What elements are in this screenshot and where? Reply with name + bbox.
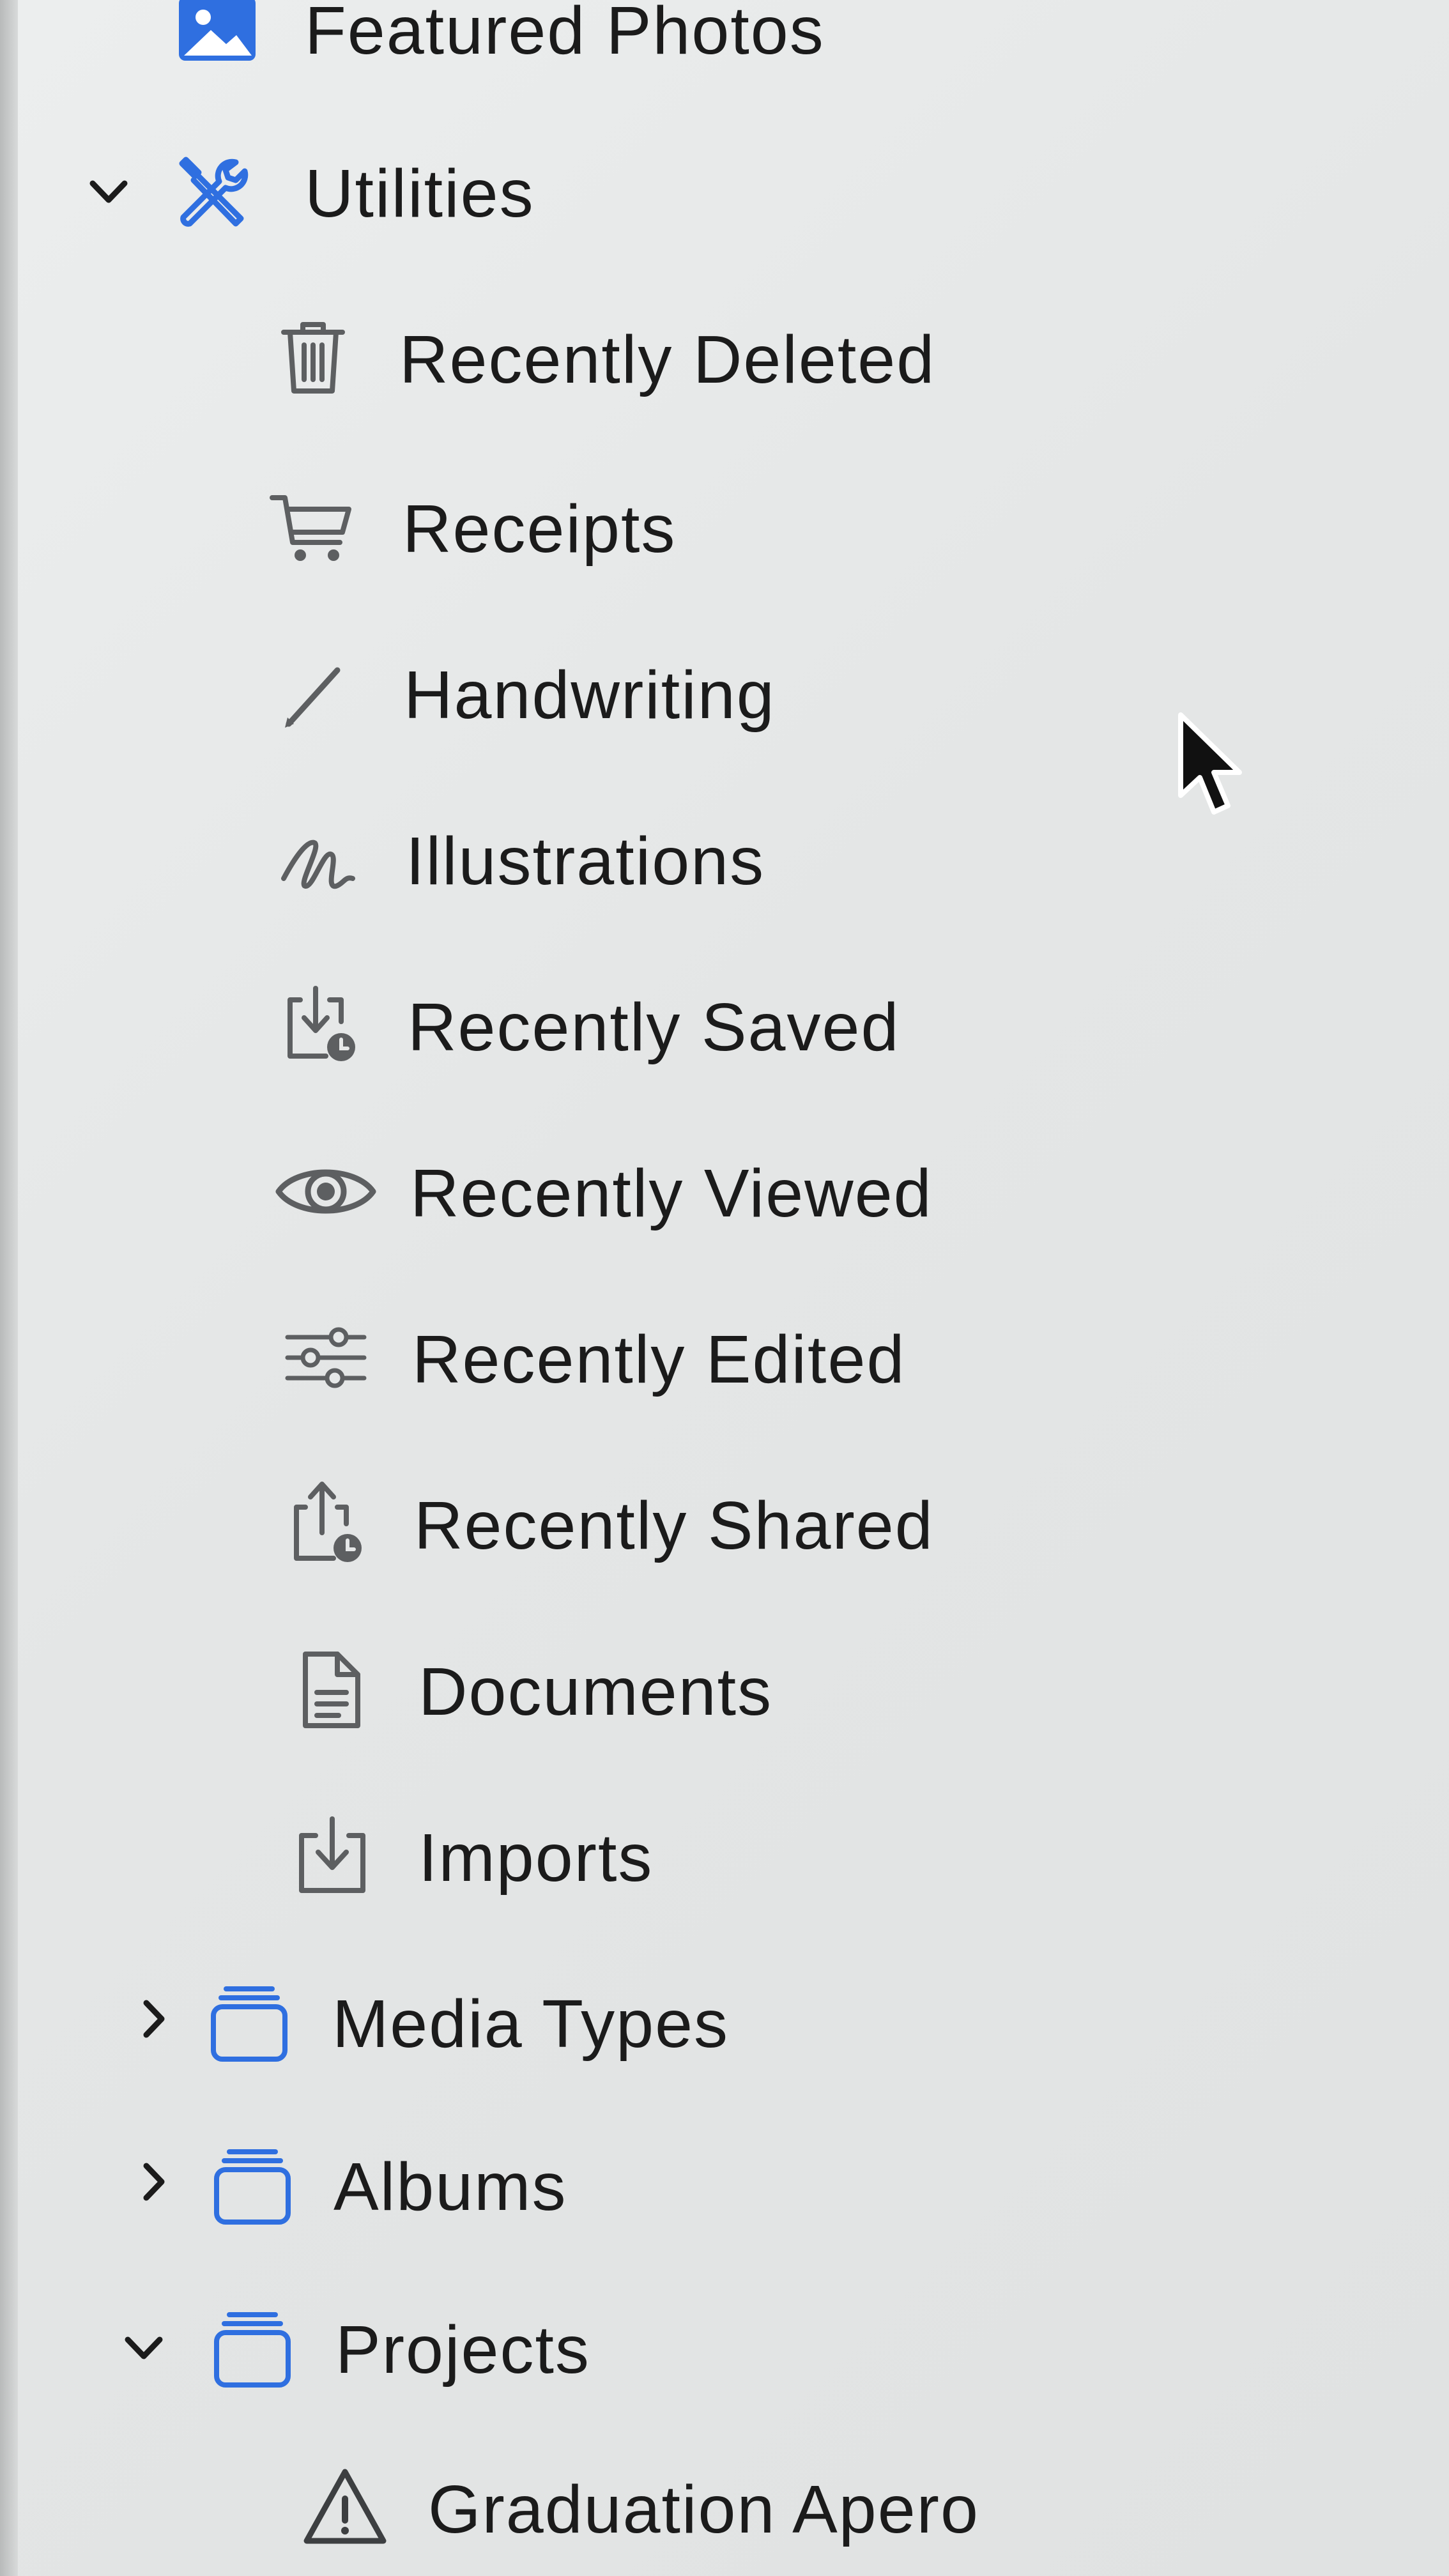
trash-icon <box>268 313 358 402</box>
sidebar-item-illustrations[interactable]: Illustrations <box>268 783 1163 936</box>
sidebar-item-documents[interactable]: Documents <box>268 1613 1163 1767</box>
sidebar-item-label: Utilities <box>305 156 535 231</box>
scribble-icon <box>275 815 364 904</box>
sidebar-item-label: Recently Deleted <box>399 322 936 397</box>
pencil-icon <box>268 648 358 738</box>
warning-triangle-icon <box>300 2463 390 2552</box>
sidebar-item-label: Recently Saved <box>408 990 900 1065</box>
recently-shared-icon <box>282 1479 372 1568</box>
cart-icon <box>268 482 358 572</box>
sidebar-item-recently-shared[interactable]: Recently Shared <box>268 1447 1163 1600</box>
sidebar-item-albums[interactable]: Albums <box>121 2108 1080 2262</box>
sidebar-item-label: Receipts <box>402 491 677 567</box>
sidebar-item-imports[interactable]: Imports <box>268 1779 1163 1933</box>
import-icon <box>288 1811 377 1901</box>
mouse-cursor <box>1176 712 1259 827</box>
chevron-right-icon[interactable] <box>131 2159 176 2204</box>
sidebar-item-projects[interactable]: Projects <box>121 2271 1080 2425</box>
sidebar-item-featured-photos[interactable]: Featured Photos <box>166 0 1061 105</box>
sidebar-item-utilities[interactable]: Utilities <box>77 115 1035 268</box>
sidebar-item-label: Recently Shared <box>414 1488 934 1563</box>
sidebar-item-recently-deleted[interactable]: Recently Deleted <box>268 281 1163 434</box>
sidebar-item-label: Projects <box>335 2312 590 2388</box>
stack-folder-icon <box>208 2303 297 2393</box>
sidebar-item-label: Graduation Apero <box>428 2472 979 2547</box>
sidebar-item-label: Recently Viewed <box>410 1156 933 1231</box>
recently-saved-icon <box>275 981 364 1070</box>
sidebar-item-label: Recently Edited <box>412 1322 906 1397</box>
sidebar-item-recently-saved[interactable]: Recently Saved <box>268 949 1163 1102</box>
sidebar-item-label: Albums <box>334 2149 567 2225</box>
sidebar-item-label: Illustrations <box>406 824 765 899</box>
sidebar-item-recently-viewed[interactable]: Recently Viewed <box>268 1115 1163 1268</box>
document-icon <box>288 1645 377 1735</box>
chevron-down-icon[interactable] <box>86 169 131 214</box>
sidebar-item-media-types[interactable]: Media Types <box>121 1945 1080 2099</box>
sliders-icon <box>281 1313 371 1402</box>
sidebar-item-handwriting[interactable]: Handwriting <box>268 617 1163 770</box>
sidebar-item-graduation-apero[interactable]: Graduation Apero <box>294 2431 1188 2576</box>
chevron-right-icon[interactable] <box>131 1997 176 2041</box>
sidebar-item-label: Documents <box>418 1654 773 1729</box>
sidebar-item-label: Imports <box>418 1820 654 1896</box>
sidebar-item-label: Handwriting <box>404 657 776 733</box>
eye-icon <box>275 1147 377 1236</box>
chevron-down-icon[interactable] <box>121 2326 166 2370</box>
sidebar-item-recently-edited[interactable]: Recently Edited <box>268 1281 1163 1434</box>
stack-folder-icon <box>204 1977 294 2067</box>
photos-sidebar-screen: Featured Photos Utilities Recently Delet… <box>0 0 1449 2576</box>
sidebar-item-label: Media Types <box>332 1986 730 2062</box>
sidebar-item-label: Featured Photos <box>305 0 825 68</box>
screen-bezel <box>0 0 18 2576</box>
utilities-icon <box>169 147 259 236</box>
featured-photos-icon <box>172 0 262 73</box>
sidebar-item-receipts[interactable]: Receipts <box>268 450 1163 604</box>
stack-folder-icon <box>208 2140 297 2230</box>
